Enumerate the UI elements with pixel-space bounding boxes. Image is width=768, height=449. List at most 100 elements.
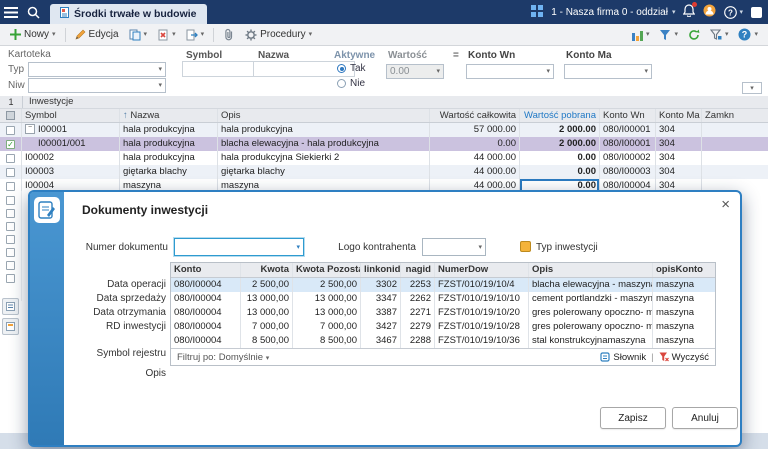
column-header-linkonid[interactable]: linkonid [361, 263, 401, 277]
slownik-link[interactable]: Słownik [600, 352, 646, 363]
column-header-opiskonto[interactable]: opisKonto [653, 263, 715, 277]
chevron-down-icon: ▾ [144, 31, 148, 38]
chevron-down-icon: ▾ [296, 244, 300, 251]
procedures-button[interactable]: Procedury ▾ [241, 27, 316, 43]
tab-srodki-trwale-w-budowie[interactable]: Środki trwałe w budowie [50, 4, 207, 24]
column-header-opis[interactable]: Opis [218, 109, 430, 122]
konto-ma-dropdown[interactable]: ▾ [564, 64, 652, 79]
side-panel-icon-2[interactable] [2, 318, 19, 335]
procedures-button-label: Procedury [260, 29, 306, 40]
attachment-button[interactable] [219, 26, 239, 43]
investments-grid: 1 Inwestycje Symbol ↑ Nazwa Opis Wartość… [0, 96, 768, 192]
dialog-accent-strip [30, 192, 64, 445]
column-header-opis[interactable]: Opis [529, 263, 653, 277]
chart-view-button[interactable]: ▾ [627, 27, 654, 43]
cancel-button[interactable]: Anuluj [672, 407, 738, 429]
row-checkbox-checked[interactable]: ✓ [6, 140, 15, 149]
row-checkbox[interactable] [6, 235, 15, 244]
new-button[interactable]: Nowy ▾ [6, 27, 60, 42]
close-icon[interactable]: × [721, 196, 730, 213]
filter-button[interactable]: ▾ [655, 27, 682, 43]
numer-dokumentu-dropdown[interactable]: ▾ [174, 238, 304, 256]
menu-icon[interactable] [0, 0, 22, 24]
table-row[interactable]: 080/I00004 13 000,00 13 000,00 3387 2271… [171, 306, 715, 320]
table-row-selected[interactable]: ✓ I00001/001 hala produkcyjna blacha ele… [0, 137, 768, 151]
copy-document-button[interactable]: ▾ [125, 27, 152, 43]
help-button[interactable]: ? ▾ [734, 26, 762, 43]
logo-kontrahenta-dropdown[interactable]: ▾ [422, 238, 486, 256]
row-checkbox[interactable] [6, 182, 15, 191]
collapse-expander-icon[interactable]: − [25, 124, 35, 134]
row-checkbox[interactable] [6, 248, 15, 257]
typ-inwestycji-checkbox[interactable] [520, 241, 531, 252]
row-checkbox[interactable] [6, 209, 15, 218]
delete-button[interactable]: ▾ [153, 27, 180, 43]
dictionary-icon [600, 352, 610, 362]
company-selector[interactable]: 1 - Nasza firma 0 - oddział ▾ [551, 7, 675, 18]
refresh-button[interactable] [684, 27, 704, 43]
niw-dropdown[interactable]: ▾ [28, 78, 166, 93]
row-checkbox[interactable] [6, 168, 15, 177]
column-chooser-button[interactable]: ▾ [742, 82, 762, 94]
column-header-konto[interactable]: Konto [171, 263, 241, 277]
row-checkbox[interactable] [6, 196, 15, 205]
export-icon [186, 29, 198, 41]
notifications-bell-icon[interactable] [683, 4, 695, 20]
table-row[interactable]: −I00001 hala produkcyjna hala produkcyjn… [0, 123, 768, 137]
edit-button[interactable]: Edycja [71, 27, 123, 42]
filter-edit-button[interactable]: ▾ [706, 27, 733, 43]
aktywne-tak-radio[interactable] [337, 64, 346, 73]
table-filter-bar: Filtruj po: Domyślnie ▾ Słownik | Wyczyś… [171, 348, 715, 365]
export-button[interactable]: ▾ [182, 27, 209, 43]
dokumenty-inwestycji-dialog: Dokumenty inwestycji × Numer dokumentu ▾… [28, 190, 742, 447]
typ-dropdown[interactable]: ▾ [28, 62, 166, 77]
table-row-selected[interactable]: 080/I00004 2 500,00 2 500,00 3302 2253 F… [171, 278, 715, 292]
side-panel-icon-1[interactable] [2, 298, 19, 315]
save-button[interactable]: Zapisz [600, 407, 666, 429]
column-header-wartosc-calkowita[interactable]: Wartość całkowita [430, 109, 520, 122]
column-header-nazwa[interactable]: ↑ Nazwa [120, 109, 218, 122]
aktywne-tak-label: Tak [350, 63, 366, 74]
chevron-down-icon: ▾ [478, 244, 482, 251]
column-header-kwota-pozostala[interactable]: Kwota Pozostała [293, 263, 361, 277]
column-header-konto-ma[interactable]: Konto Ma [656, 109, 702, 122]
column-header-konto-wn[interactable]: Konto Wn [600, 109, 656, 122]
wartosc-dropdown[interactable]: 0.00 ▾ [386, 64, 444, 79]
filter-by-dropdown[interactable]: Filtruj po: Domyślnie ▾ [177, 352, 269, 363]
table-row[interactable]: 080/I00004 8 500,00 8 500,00 3467 2288 F… [171, 334, 715, 348]
user-avatar-icon[interactable] [703, 4, 716, 20]
select-all-checkbox[interactable] [0, 109, 22, 122]
row-checkbox[interactable] [6, 261, 15, 270]
help-menu[interactable]: ? ▾ [724, 6, 743, 19]
column-header-wartosc-pobrana[interactable]: Wartość pobrana [520, 109, 600, 122]
row-checkbox[interactable] [6, 274, 15, 283]
gear-icon [245, 29, 257, 41]
symbol-filter-input[interactable] [182, 61, 254, 77]
logo-kontrahenta-label: Logo kontrahenta [326, 242, 416, 253]
data-otrzymania-label: Data otrzymania [66, 307, 166, 318]
row-checkbox[interactable] [6, 126, 15, 135]
chevron-down-icon: ▾ [52, 31, 56, 38]
aktywne-nie-radio[interactable] [337, 79, 346, 88]
notification-badge [692, 2, 697, 7]
konto-wn-dropdown[interactable]: ▾ [466, 64, 554, 79]
apps-grid-icon[interactable] [531, 5, 543, 20]
wartosc-value: 0.00 [390, 66, 409, 77]
column-header-symbol[interactable]: Symbol [22, 109, 120, 122]
window-tile-icon[interactable] [751, 7, 762, 18]
band-title: Inwestycje [23, 96, 73, 108]
table-row[interactable]: 080/I00004 13 000,00 13 000,00 3347 2262… [171, 292, 715, 306]
table-row[interactable]: 080/I00004 7 000,00 7 000,00 3427 2279 F… [171, 320, 715, 334]
column-header-nagid[interactable]: nagid [401, 263, 435, 277]
row-checkbox[interactable] [6, 222, 15, 231]
table-row[interactable]: I00002 hala produkcyjna hala produkcyjna… [0, 151, 768, 165]
table-row[interactable]: I00003 giętarka blachy giętarka blachy 4… [0, 165, 768, 179]
column-header-numerdow[interactable]: NumerDow [435, 263, 529, 277]
search-icon[interactable] [22, 0, 44, 24]
column-header-kwota[interactable]: Kwota [241, 263, 293, 277]
column-header-zamkn[interactable]: Zamkn [702, 109, 768, 122]
operator-equals[interactable]: = [453, 50, 459, 61]
row-checkbox[interactable] [6, 154, 15, 163]
chevron-down-icon: ▾ [172, 31, 176, 38]
wyczysc-link[interactable]: Wyczyść [659, 352, 709, 363]
